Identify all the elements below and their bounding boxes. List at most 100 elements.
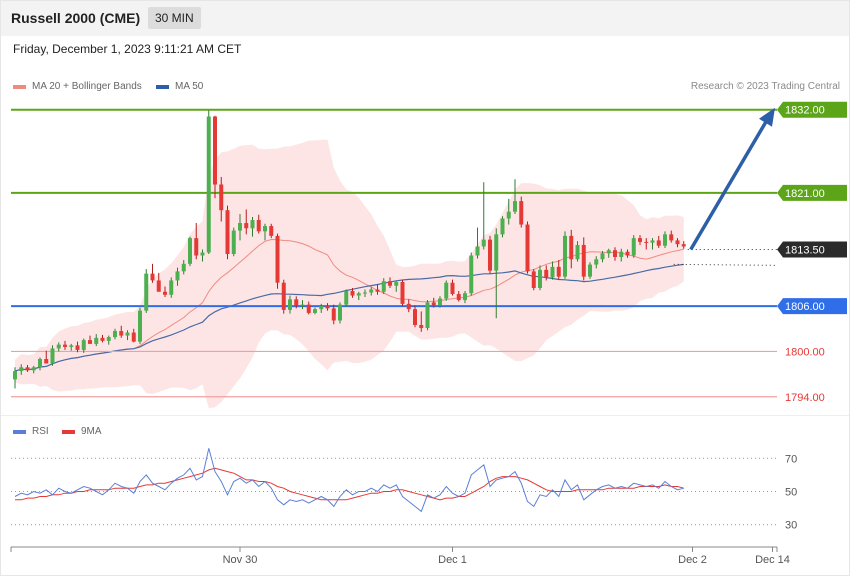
candle <box>175 271 180 281</box>
candle <box>50 348 55 364</box>
candle <box>669 234 674 241</box>
candle <box>656 240 661 246</box>
rsi-label-70: 70 <box>785 453 797 465</box>
rsi-label-50: 50 <box>785 487 797 499</box>
candle <box>563 235 567 277</box>
candle <box>663 234 667 246</box>
candle <box>225 210 230 254</box>
candle <box>231 230 236 254</box>
candle <box>588 264 592 277</box>
candle <box>338 304 342 321</box>
candle <box>44 358 49 364</box>
candle <box>619 251 624 258</box>
candle <box>88 340 92 344</box>
rsi-ma-line <box>15 467 684 501</box>
candle <box>100 337 105 341</box>
candle <box>444 282 449 299</box>
price-chart[interactable]: 1832.00 1821.00 1813.50 1806.00 1800.00 1794.… <box>0 0 850 576</box>
candle <box>200 252 205 256</box>
candle <box>631 238 636 256</box>
candle <box>600 253 605 260</box>
rsi-line <box>14 448 684 513</box>
candle <box>388 281 392 286</box>
candle <box>375 289 380 292</box>
ma50-guide-line <box>673 263 778 266</box>
candle <box>594 259 599 265</box>
candle <box>106 337 111 341</box>
support-1-label: 1800.00 <box>785 346 825 358</box>
candle <box>213 116 217 185</box>
candle <box>531 271 536 288</box>
candle <box>519 201 524 225</box>
candle <box>256 220 261 232</box>
candle <box>556 266 561 277</box>
candle <box>525 224 530 272</box>
support-2-label: 1794.00 <box>785 392 825 404</box>
candle <box>363 292 367 294</box>
candle <box>350 291 355 296</box>
candle <box>263 226 267 232</box>
candle <box>475 246 480 256</box>
candle <box>113 331 117 338</box>
candle <box>131 332 136 342</box>
candle <box>538 269 542 288</box>
candle <box>325 306 330 309</box>
candle <box>150 273 155 281</box>
candle <box>606 250 611 254</box>
candle <box>650 240 655 243</box>
candle <box>319 306 324 310</box>
candle <box>281 282 286 310</box>
candle <box>513 201 517 212</box>
candle <box>13 371 17 380</box>
candle <box>94 337 99 344</box>
candle <box>638 238 642 242</box>
candle <box>413 309 417 326</box>
candle <box>181 263 186 272</box>
resistance-1-label: 1821.00 <box>785 188 825 200</box>
candle <box>625 251 630 256</box>
candle <box>119 331 124 336</box>
candle <box>394 281 399 286</box>
candle <box>300 304 305 306</box>
candle <box>469 255 474 294</box>
candle <box>369 289 374 293</box>
candle <box>500 218 505 235</box>
x-tick-label: Nov 30 <box>223 554 258 566</box>
candle <box>313 309 317 313</box>
candle <box>38 358 42 368</box>
pivot-label: 1806.00 <box>785 301 825 313</box>
candle <box>494 234 499 271</box>
candle <box>156 280 161 292</box>
candle <box>269 226 274 236</box>
candle <box>581 244 586 277</box>
panel-divider <box>0 415 850 416</box>
candle <box>406 303 411 310</box>
candle <box>194 238 199 256</box>
candle <box>294 299 299 306</box>
candle <box>419 325 424 329</box>
candle <box>31 367 36 371</box>
rsi-label-30: 30 <box>785 520 797 532</box>
candle <box>56 344 61 349</box>
candle <box>250 220 255 229</box>
candle <box>344 291 349 305</box>
x-tick-label: Dec 2 <box>678 554 707 566</box>
candle <box>81 340 86 350</box>
candle <box>481 239 486 247</box>
candle <box>550 266 555 278</box>
candle <box>288 299 292 310</box>
candle <box>69 345 74 347</box>
candle <box>450 282 455 295</box>
candle <box>463 293 467 301</box>
candle <box>488 239 492 271</box>
candle <box>331 308 336 321</box>
x-tick-label: Dec 14 <box>755 554 790 566</box>
candle <box>163 291 167 295</box>
candle <box>144 273 149 311</box>
last-price-label: 1813.50 <box>785 244 825 256</box>
candle <box>575 244 580 260</box>
candle <box>169 280 174 295</box>
x-tick-label: Dec 1 <box>438 554 467 566</box>
candle <box>25 367 30 371</box>
candle <box>238 223 242 231</box>
